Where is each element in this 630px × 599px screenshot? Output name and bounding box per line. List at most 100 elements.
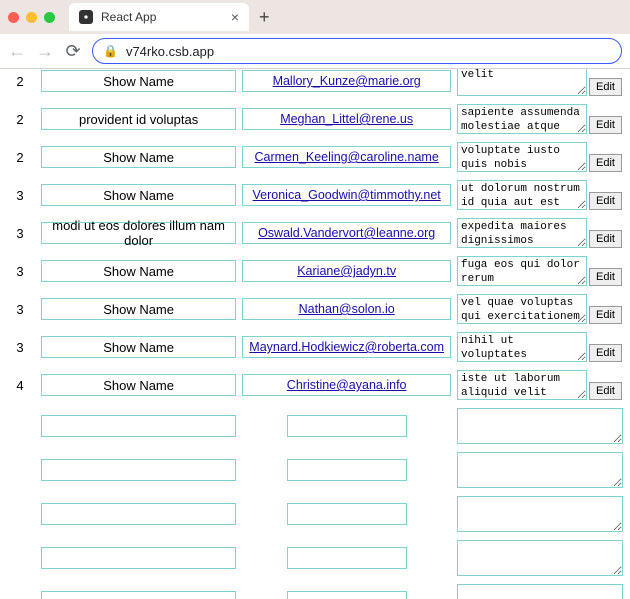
window-maximize-button[interactable] bbox=[44, 12, 55, 23]
name-box[interactable] bbox=[41, 547, 236, 569]
email-link[interactable]: Christine@ayana.info bbox=[287, 378, 407, 392]
body-textarea[interactable]: nihil ut voluptates blanditiis autem odi… bbox=[457, 332, 587, 362]
body-textarea[interactable]: velit bbox=[457, 69, 587, 96]
body-textarea[interactable]: vel quae voluptas qui exercitationem bbox=[457, 294, 587, 324]
name-box[interactable]: Show Name bbox=[41, 298, 236, 320]
email-box: Oswald.Vandervort@leanne.org bbox=[242, 222, 451, 244]
back-icon[interactable]: ← bbox=[8, 41, 26, 62]
email-box[interactable] bbox=[287, 415, 407, 437]
email-box: Kariane@jadyn.tv bbox=[242, 260, 451, 282]
body-textarea[interactable]: expedita maiores dignissimos facilis bbox=[457, 218, 587, 248]
edit-button[interactable]: Edit bbox=[589, 154, 622, 172]
tab-close-icon[interactable]: × bbox=[231, 10, 239, 24]
email-link[interactable]: Nathan@solon.io bbox=[299, 302, 395, 316]
body-cell: vel quae voluptas qui exercitationem Edi… bbox=[456, 293, 626, 325]
name-cell: Show Name bbox=[40, 293, 237, 325]
email-cell: Oswald.Vandervort@leanne.org bbox=[241, 217, 452, 249]
table-row-empty bbox=[4, 451, 626, 489]
table-row: 2 Show Name Mallory_Kunze@marie.org veli… bbox=[4, 69, 626, 97]
name-box[interactable]: Show Name bbox=[41, 70, 236, 92]
name-box[interactable] bbox=[41, 415, 236, 437]
page-viewport: 2 Show Name Mallory_Kunze@marie.org veli… bbox=[0, 69, 630, 599]
id-cell: 3 bbox=[4, 179, 36, 211]
lock-icon: 🔒 bbox=[103, 44, 118, 58]
name-box[interactable]: modi ut eos dolores illum nam dolor bbox=[41, 222, 236, 244]
email-box[interactable] bbox=[287, 547, 407, 569]
id-cell: 3 bbox=[4, 293, 36, 325]
email-box[interactable] bbox=[287, 459, 407, 481]
name-box[interactable]: Show Name bbox=[41, 146, 236, 168]
tab-favicon bbox=[79, 10, 93, 24]
body-cell: voluptate iusto quis nobis reprehenderit… bbox=[456, 141, 626, 173]
browser-toolbar: ← → ⟳ 🔒 v74rko.csb.app bbox=[0, 34, 630, 69]
new-tab-button[interactable]: + bbox=[259, 8, 270, 26]
email-link[interactable]: Meghan_Littel@rene.us bbox=[280, 112, 413, 126]
name-box[interactable] bbox=[41, 503, 236, 525]
name-box[interactable]: Show Name bbox=[41, 336, 236, 358]
email-box: Christine@ayana.info bbox=[242, 374, 451, 396]
body-textarea[interactable]: iste ut laborum aliquid velit facere bbox=[457, 370, 587, 400]
edit-button[interactable]: Edit bbox=[589, 116, 622, 134]
body-textarea[interactable]: sapiente assumenda molestiae atque bbox=[457, 104, 587, 134]
edit-button[interactable]: Edit bbox=[589, 230, 622, 248]
edit-button[interactable]: Edit bbox=[589, 382, 622, 400]
body-cell: ut dolorum nostrum id quia aut est Edit bbox=[456, 179, 626, 211]
edit-button[interactable]: Edit bbox=[589, 344, 622, 362]
body-textarea[interactable]: voluptate iusto quis nobis reprehenderit bbox=[457, 142, 587, 172]
name-box[interactable] bbox=[41, 591, 236, 599]
forward-icon[interactable]: → bbox=[36, 41, 54, 62]
email-link[interactable]: Mallory_Kunze@marie.org bbox=[273, 74, 421, 88]
body-textarea[interactable] bbox=[457, 496, 623, 532]
email-box[interactable] bbox=[287, 591, 407, 599]
email-cell: Maynard.Hodkiewicz@roberta.com bbox=[241, 331, 452, 363]
id-cell: 4 bbox=[4, 369, 36, 401]
reload-icon[interactable]: ⟳ bbox=[64, 41, 82, 62]
window-buttons bbox=[8, 12, 55, 23]
body-cell: expedita maiores dignissimos facilis Edi… bbox=[456, 217, 626, 249]
id-cell: 2 bbox=[4, 141, 36, 173]
name-box[interactable]: Show Name bbox=[41, 374, 236, 396]
email-box: Nathan@solon.io bbox=[242, 298, 451, 320]
body-textarea[interactable] bbox=[457, 584, 623, 599]
email-box: Veronica_Goodwin@timmothy.net bbox=[242, 184, 451, 206]
email-cell: Mallory_Kunze@marie.org bbox=[241, 69, 452, 97]
table-row-empty bbox=[4, 539, 626, 577]
email-link[interactable]: Carmen_Keeling@caroline.name bbox=[254, 150, 438, 164]
name-box[interactable]: Show Name bbox=[41, 184, 236, 206]
body-textarea[interactable]: ut dolorum nostrum id quia aut est bbox=[457, 180, 587, 210]
name-cell: Show Name bbox=[40, 69, 237, 97]
tab-strip: React App × + bbox=[0, 0, 630, 34]
name-cell: Show Name bbox=[40, 331, 237, 363]
window-close-button[interactable] bbox=[8, 12, 19, 23]
id-cell: 3 bbox=[4, 255, 36, 287]
table-row: 4 Show Name Christine@ayana.info iste ut… bbox=[4, 369, 626, 401]
email-link[interactable]: Kariane@jadyn.tv bbox=[297, 264, 396, 278]
email-cell: Christine@ayana.info bbox=[241, 369, 452, 401]
browser-tab[interactable]: React App × bbox=[69, 3, 249, 31]
address-bar[interactable]: 🔒 v74rko.csb.app bbox=[92, 38, 622, 64]
email-link[interactable]: Veronica_Goodwin@timmothy.net bbox=[253, 188, 441, 202]
email-link[interactable]: Maynard.Hodkiewicz@roberta.com bbox=[249, 340, 444, 354]
edit-button[interactable]: Edit bbox=[589, 192, 622, 210]
body-textarea[interactable] bbox=[457, 408, 623, 444]
body-cell: fuga eos qui dolor rerum Edit bbox=[456, 255, 626, 287]
window-minimize-button[interactable] bbox=[26, 12, 37, 23]
tab-title: React App bbox=[101, 10, 156, 24]
email-box[interactable] bbox=[287, 503, 407, 525]
name-box[interactable] bbox=[41, 459, 236, 481]
name-box[interactable]: Show Name bbox=[41, 260, 236, 282]
name-cell: modi ut eos dolores illum nam dolor bbox=[40, 217, 237, 249]
table-row: 3 Show Name Nathan@solon.io vel quae vol… bbox=[4, 293, 626, 325]
body-textarea[interactable] bbox=[457, 540, 623, 576]
body-cell: sapiente assumenda molestiae atque Edit bbox=[456, 103, 626, 135]
name-box[interactable]: provident id voluptas bbox=[41, 108, 236, 130]
edit-button[interactable]: Edit bbox=[589, 78, 622, 96]
body-cell: nihil ut voluptates blanditiis autem odi… bbox=[456, 331, 626, 363]
body-textarea[interactable]: fuga eos qui dolor rerum bbox=[457, 256, 587, 286]
edit-button[interactable]: Edit bbox=[589, 268, 622, 286]
body-textarea[interactable] bbox=[457, 452, 623, 488]
table-row: 3 modi ut eos dolores illum nam dolor Os… bbox=[4, 217, 626, 249]
edit-button[interactable]: Edit bbox=[589, 306, 622, 324]
email-link[interactable]: Oswald.Vandervort@leanne.org bbox=[258, 226, 435, 240]
name-cell: Show Name bbox=[40, 141, 237, 173]
